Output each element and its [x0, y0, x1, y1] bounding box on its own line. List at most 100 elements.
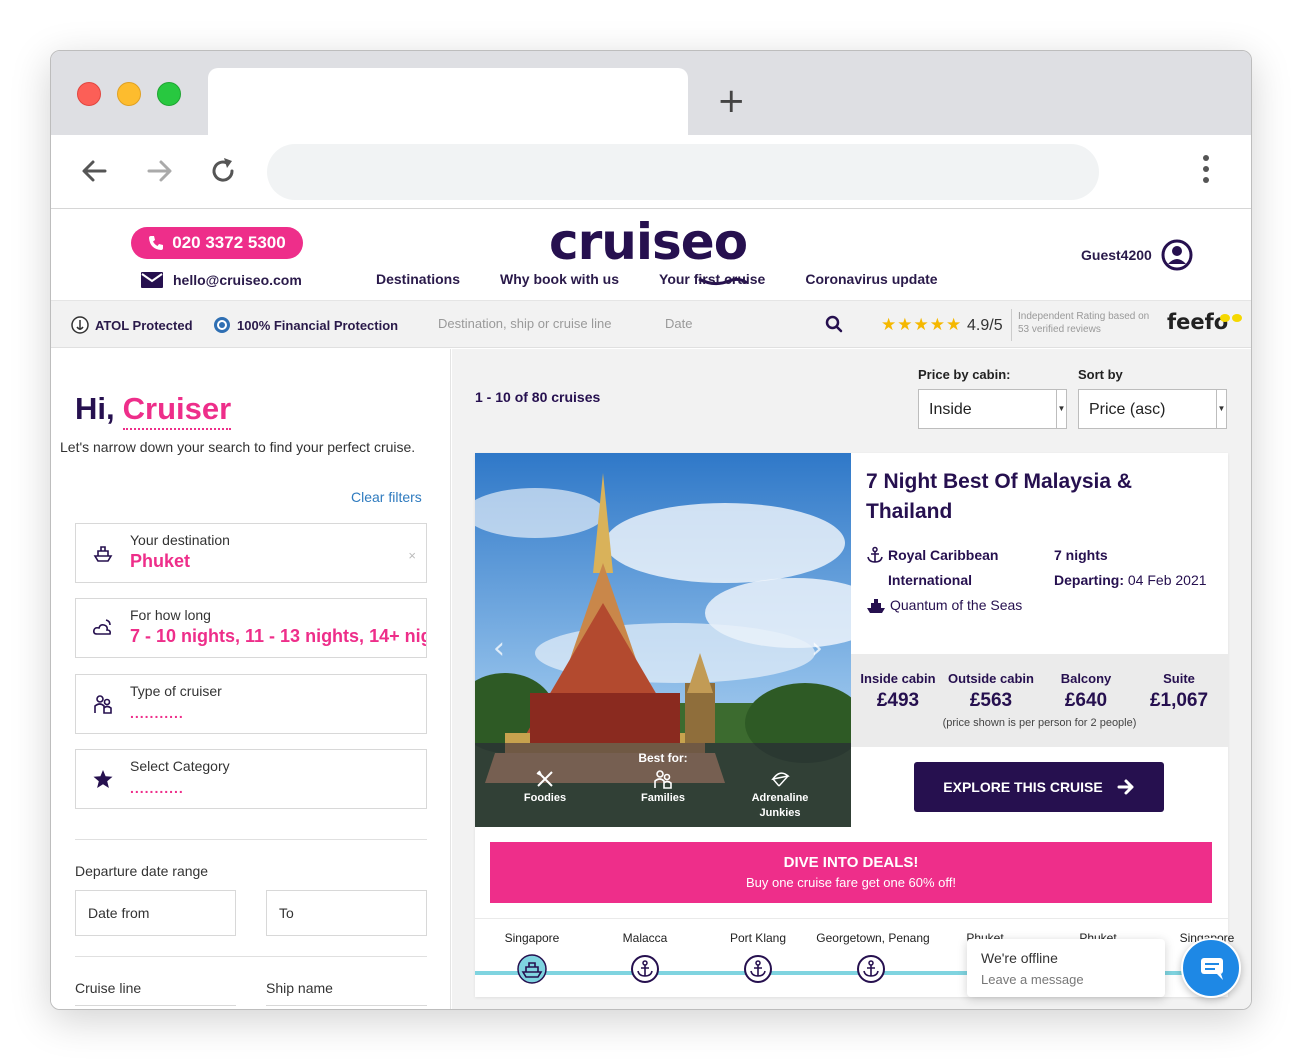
family-icon — [94, 695, 112, 714]
explore-label: EXPLORE THIS CRUISE — [943, 779, 1103, 795]
price-suite[interactable]: Suite £1,067 — [1139, 671, 1219, 712]
nav-why-book-with-us[interactable]: Why book with us — [500, 271, 619, 287]
ship-name: Quantum of the Seas — [866, 593, 1036, 618]
anchor-icon[interactable] — [743, 954, 773, 984]
price-value: £1,067 — [1149, 690, 1209, 711]
filter-sidebar: Hi, Cruiser Let's narrow down your search… — [51, 349, 451, 1009]
atol-icon — [71, 316, 89, 334]
anchor-icon[interactable] — [630, 954, 660, 984]
filter-label: Your destination — [130, 532, 230, 548]
ship-name-select[interactable] — [266, 1005, 427, 1009]
maximize-window-button[interactable] — [157, 82, 181, 106]
nav-your-first-cruise[interactable]: Your first cruise — [659, 271, 765, 287]
email-link[interactable]: hello@cruiseo.com — [141, 272, 302, 288]
cruise-details: Royal Caribbean International Quantum of… — [866, 543, 1036, 618]
price-label: Outside cabin — [948, 671, 1034, 686]
price-value: £640 — [1064, 690, 1108, 711]
site-header: 020 3372 5300 hello@cruiseo.com cruiseo … — [51, 209, 1251, 300]
cruise-title[interactable]: 7 Night Best Of Malaysia & Thailand — [866, 467, 1206, 527]
deals-title: DIVE INTO DEALS! — [783, 854, 919, 871]
price-by-cabin-label: Price by cabin: — [918, 367, 1011, 382]
rating-stars-icon: ★★★★★ — [881, 315, 963, 335]
back-arrow-icon[interactable] — [77, 153, 113, 189]
price-balcony[interactable]: Balcony £640 — [1046, 671, 1126, 712]
chat-title: We're offline — [981, 950, 1058, 966]
port-label: Malacca — [622, 931, 668, 945]
cloud-moon-icon — [93, 619, 111, 635]
cruise-line-select[interactable] — [75, 1005, 236, 1009]
address-bar[interactable] — [267, 144, 1099, 200]
price-by-cabin-value: Inside — [929, 401, 972, 418]
browser-titlebar: + — [51, 51, 1251, 136]
deals-banner[interactable]: DIVE INTO DEALS! Buy one cruise fare get… — [490, 842, 1212, 903]
date-search-input[interactable]: Date — [665, 316, 692, 331]
date-from-input[interactable]: Date from — [75, 890, 236, 936]
price-value: £563 — [969, 690, 1013, 711]
minimize-window-button[interactable] — [117, 82, 141, 106]
filter-label: Type of cruiser — [130, 683, 222, 699]
cutlery-icon — [536, 770, 553, 787]
sort-by-label: Sort by — [1078, 367, 1123, 382]
browser-toolbar — [51, 135, 1251, 209]
previous-image-icon[interactable]: ‹ — [493, 631, 505, 666]
browser-menu-icon[interactable] — [1201, 155, 1211, 191]
explore-cruise-button[interactable]: EXPLORE THIS CRUISE — [914, 762, 1164, 812]
feefo-line-2: 53 verified reviews — [1018, 324, 1101, 335]
nav-destinations[interactable]: Destinations — [376, 271, 460, 287]
cruiser-type-filter[interactable]: Type of cruiser ........... — [75, 674, 427, 734]
cruiseo-logo[interactable]: cruiseo — [549, 213, 748, 271]
results-area: 1 - 10 of 80 cruises Price by cabin: Ins… — [452, 349, 1251, 1009]
cruise-card: ‹ › Best for: Foodies Families Adrenalin… — [475, 453, 1234, 997]
destination-filter[interactable]: Your destination Phuket × — [75, 523, 427, 583]
price-outside[interactable]: Outside cabin £563 — [946, 671, 1036, 712]
user-avatar-icon[interactable] — [1161, 239, 1193, 271]
close-window-button[interactable] — [77, 82, 101, 106]
category-filter[interactable]: Select Category ........... — [75, 749, 427, 809]
price-inside[interactable]: Inside cabin £493 — [858, 671, 938, 712]
protection-seal-icon — [214, 317, 230, 333]
deals-subtitle: Buy one cruise fare get one 60% off! — [745, 875, 957, 890]
best-for-label: Foodies — [523, 792, 567, 804]
sort-by-select[interactable]: Price (asc) ▼ — [1078, 389, 1227, 429]
best-for-families: Families — [623, 769, 703, 806]
browser-window: + 020 3372 5300 hello@cruiseo.com cruise… — [50, 50, 1252, 1010]
departure-date-label: Departure date range — [75, 863, 209, 879]
greeting-name[interactable]: Cruiser — [122, 391, 232, 430]
port-label: Georgetown, Penang — [816, 931, 930, 945]
ship-icon — [93, 546, 113, 562]
search-icon[interactable] — [825, 315, 843, 333]
star-icon — [93, 770, 113, 788]
duration-filter[interactable]: For how long 7 - 10 nights, 11 - 13 nigh… — [75, 598, 427, 658]
destination-search-input[interactable]: Destination, ship or cruise line — [438, 316, 628, 331]
anchor-icon[interactable] — [856, 954, 886, 984]
nav-coronavirus-update[interactable]: Coronavirus update — [805, 271, 937, 287]
browser-tab[interactable] — [208, 68, 688, 136]
filter-value: ........... — [130, 705, 184, 721]
divider — [1011, 309, 1012, 341]
new-tab-button[interactable]: + — [717, 81, 746, 121]
reload-icon[interactable] — [205, 153, 241, 189]
guest-username[interactable]: Guest4200 — [1081, 247, 1152, 263]
cruise-image[interactable]: ‹ › Best for: Foodies Families Adrenalin… — [475, 453, 851, 827]
ship-icon[interactable] — [517, 954, 547, 984]
date-to-input[interactable]: To — [266, 890, 427, 936]
feefo-line-1: Independent Rating based on — [1018, 311, 1150, 322]
next-image-icon[interactable]: › — [811, 631, 823, 666]
cabin-prices: Inside cabin £493 Outside cabin £563 Bal… — [851, 654, 1228, 747]
forward-arrow-icon[interactable] — [141, 153, 177, 189]
chevron-down-icon: ▼ — [1216, 390, 1226, 428]
arrow-right-icon — [1117, 779, 1134, 795]
family-icon — [654, 770, 672, 789]
price-by-cabin-select[interactable]: Inside ▼ — [918, 389, 1067, 429]
cruise-line-label: Cruise line — [75, 980, 142, 996]
clear-destination-icon[interactable]: × — [408, 548, 416, 563]
anchor-icon — [867, 546, 883, 563]
best-for-adrenaline: Adrenaline Junkies — [740, 769, 820, 821]
port-label: Port Klang — [729, 931, 787, 945]
phone-button[interactable]: 020 3372 5300 — [131, 227, 303, 259]
clear-filters-link[interactable]: Clear filters — [351, 489, 422, 505]
ship-name-text: Quantum of the Seas — [890, 597, 1023, 613]
chat-button[interactable] — [1181, 938, 1241, 998]
chat-offline-bubble[interactable]: We're offline Leave a message — [967, 939, 1165, 997]
best-for-label: Adrenaline Junkies — [751, 792, 809, 819]
